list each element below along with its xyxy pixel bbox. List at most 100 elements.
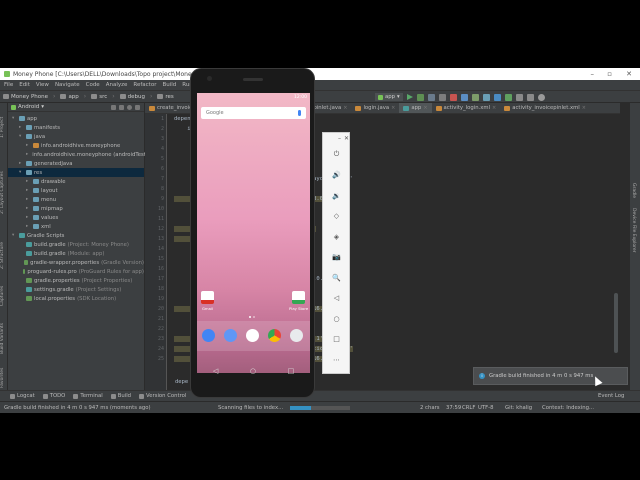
project-view-select[interactable]: Android [18,104,39,110]
tree-item[interactable]: ▾ Gradle Scripts [8,231,144,240]
home-app-gmail[interactable]: Gmail [201,291,214,311]
tree-item[interactable]: proguard-rules.pro (ProGuard Rules for ap… [8,267,144,276]
expand-arrow-icon[interactable]: ▾ [19,170,24,175]
git-update-icon[interactable] [493,93,501,101]
expand-arrow-icon[interactable]: ▾ [12,233,17,238]
collapse-arrow-icon[interactable]: ▸ [26,224,31,229]
tree-item[interactable]: settings.gradle (Project Settings) [8,285,144,294]
debug-icon[interactable] [416,93,424,101]
event-log-button[interactable]: Event Log [598,393,624,399]
project-tool-button[interactable]: 1: Project [0,107,8,147]
tree-item[interactable]: ▸ generatedJava [8,159,144,168]
cursor-position[interactable]: 37:59 [446,405,461,411]
tree-item[interactable]: build.gradle (Project: Money Phone) [8,240,144,249]
build-variants-tool-button[interactable]: Build Variants [0,318,8,358]
expand-arrow-icon[interactable]: ▾ [19,134,24,139]
back-icon[interactable]: ◁ [213,367,218,375]
home-icon[interactable]: ○ [250,367,256,375]
tree-item[interactable]: local.properties (SDK Location) [8,294,144,303]
menu-build[interactable]: Build [162,82,176,88]
sync-icon[interactable] [111,104,116,110]
google-search-bar[interactable]: Google [201,107,306,119]
app-drawer-icon[interactable] [246,329,259,342]
camera-icon[interactable] [290,329,303,342]
collapse-arrow-icon[interactable]: ▸ [26,215,31,220]
tree-item[interactable]: ▸ info.androidhive.moneyphone (androidTes… [8,150,148,159]
search-everywhere-icon[interactable] [537,93,545,101]
messages-icon[interactable] [224,329,237,342]
volume-down-icon[interactable]: 🔉 [331,190,342,201]
chrome-icon[interactable] [268,329,281,342]
attach-debugger-icon[interactable] [438,93,446,101]
editor-tab[interactable]: activity_login.xml × [432,103,501,113]
tool-tab-todo[interactable]: TODO [42,393,65,399]
collapse-arrow-icon[interactable]: ▸ [26,188,31,193]
tree-item[interactable]: ▸ manifests [8,123,144,132]
menu-file[interactable]: File [4,82,13,88]
phone-icon[interactable] [202,329,215,342]
tree-item[interactable]: ▾ app [8,114,144,123]
maximize-button[interactable]: ▫ [607,70,612,78]
tool-tab-terminal[interactable]: Terminal [73,393,103,399]
breadcrumb-item[interactable]: src [91,93,107,100]
close-tab-icon[interactable]: × [492,105,496,111]
close-tab-icon[interactable]: × [343,105,347,111]
run-config-select[interactable]: app ▾ [375,93,403,101]
rotate-left-icon[interactable]: ◇ [331,211,342,222]
collapse-arrow-icon[interactable]: ▸ [26,179,31,184]
tree-item[interactable]: ▸ drawable [8,177,144,186]
expand-arrow-icon[interactable]: ▾ [12,116,17,121]
back-icon[interactable]: ◁ [331,293,342,304]
menu-refactor[interactable]: Refactor [133,82,156,88]
editor-tab[interactable]: app × [399,103,432,113]
tool-tab-logcat[interactable]: Logcat [10,393,35,399]
minimize-emulator-button[interactable]: – [338,135,341,142]
structure-tool-button[interactable]: Z: Structure [0,238,8,273]
breadcrumb-item[interactable]: Money Phone [3,93,48,100]
status-message[interactable]: Gradle build finished in 4 m 0 s 947 ms … [4,405,151,411]
gradle-tool-button[interactable]: Gradle [631,183,636,198]
build-notification[interactable]: i Gradle build finished in 4 m 0 s 947 m… [473,367,628,385]
tree-item[interactable]: gradle-wrapper.properties (Gradle Version… [8,258,144,267]
power-icon[interactable]: ⏻ [331,149,342,160]
git-branch[interactable]: Git: khalig [505,405,532,411]
menu-view[interactable]: View [36,82,49,88]
tree-item[interactable]: ▸ mipmap [8,204,144,213]
tool-tab-build[interactable]: Build [110,393,131,399]
collapse-arrow-icon[interactable]: ▸ [19,161,24,166]
line-separator[interactable]: CRLF [462,405,475,411]
editor-tab[interactable]: activity_invoicepinlet.xml × [500,103,590,113]
collapse-arrow-icon[interactable]: ▸ [26,143,31,148]
chevron-down-icon[interactable]: ▾ [41,104,44,110]
tree-item[interactable]: build.gradle (Module: app) [8,249,144,258]
collapse-all-icon[interactable] [119,104,124,110]
favorites-tool-button[interactable]: Favorites [0,363,8,393]
profile-icon[interactable] [427,93,435,101]
collapse-arrow-icon[interactable]: ▸ [26,206,31,211]
stop-icon[interactable] [449,93,457,101]
home-app-play-store[interactable]: Play Store [289,291,308,311]
sdk-manager-icon[interactable] [482,93,490,101]
tool-tab-version-control[interactable]: Version Control [139,393,186,399]
emulator-screen[interactable]: 12:00 Google Gmail Play Store [197,93,310,373]
file-encoding[interactable]: UTF-8 [478,405,493,411]
menu-edit[interactable]: Edit [19,82,30,88]
more-icon[interactable]: ⋯ [331,354,342,365]
menu-code[interactable]: Code [86,82,100,88]
volume-up-icon[interactable]: 🔊 [331,170,342,181]
tree-item[interactable]: gradle.properties (Project Properties) [8,276,144,285]
sync-gradle-icon[interactable] [460,93,468,101]
git-commit-icon[interactable] [504,93,512,101]
device-file-explorer-button[interactable]: Device File Explorer [631,208,636,253]
tree-item[interactable]: ▸ menu [8,195,144,204]
editor-scrollbar[interactable] [614,293,618,353]
close-button[interactable]: ✕ [626,70,632,78]
gear-icon[interactable] [127,104,132,110]
tree-item[interactable]: ▸ info.androidhive.moneyphone [8,141,144,150]
recents-icon[interactable]: □ [288,367,295,375]
menu-analyze[interactable]: Analyze [106,82,128,88]
overview-icon[interactable]: □ [331,334,342,345]
minimize-button[interactable]: – [591,70,595,78]
collapse-arrow-icon[interactable]: ▸ [26,197,31,202]
tree-item[interactable]: ▸ values [8,213,144,222]
